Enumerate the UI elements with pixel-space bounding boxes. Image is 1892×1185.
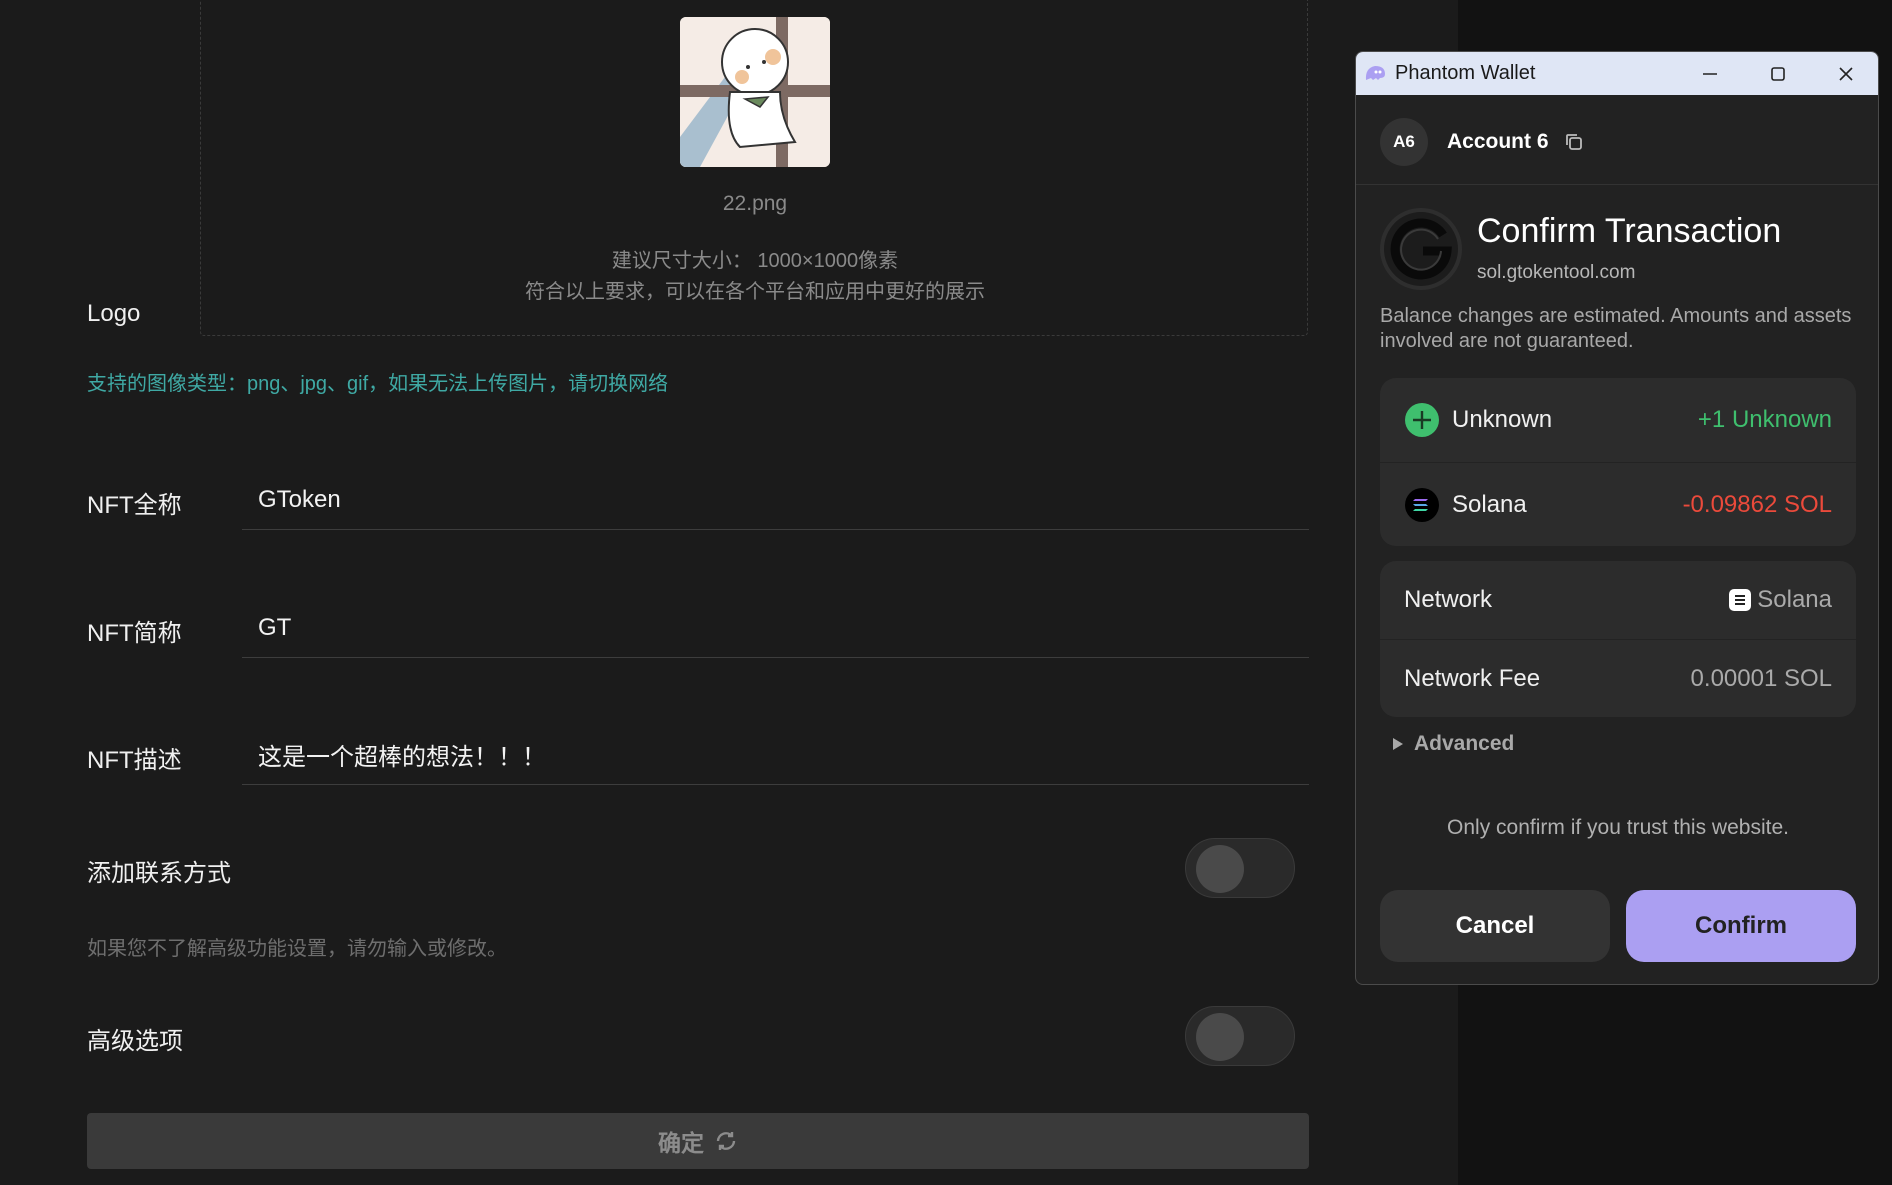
minimize-button[interactable]: [1676, 52, 1744, 95]
solana-icon: [1405, 487, 1439, 522]
logo-label: Logo: [87, 300, 141, 327]
asset-name: Solana: [1452, 490, 1527, 518]
submit-label: 确定: [658, 1130, 704, 1156]
phantom-wallet-window: Phantom Wallet A6 Account 6 Confirm Tran…: [1355, 51, 1879, 985]
network-value: Solana: [1757, 586, 1832, 613]
phantom-ghost-icon: [1365, 66, 1385, 80]
loading-spinner-icon: [716, 1132, 736, 1150]
maximize-button[interactable]: [1744, 52, 1812, 95]
submit-button[interactable]: 确定: [87, 1113, 1309, 1169]
site-url: sol.gtokentool.com: [1477, 262, 1636, 283]
plus-icon: [1405, 403, 1439, 437]
balance-change-row: Solana -0.09862 SOL: [1380, 462, 1856, 546]
account-name: Account 6: [1447, 130, 1549, 153]
window-title: Phantom Wallet: [1395, 62, 1536, 84]
network-fee-label: Network Fee: [1404, 664, 1541, 692]
balance-changes-card: Unknown +1 Unknown Solana -0.09862 SOL: [1380, 378, 1856, 546]
platform-hint: 符合以上要求，可以在各个平台和应用中更好的展示: [525, 281, 985, 303]
minimize-icon: [1703, 72, 1717, 75]
size-hint: 建议尺寸大小： 1000×1000像素: [611, 250, 899, 272]
cancel-button[interactable]: Cancel: [1380, 890, 1610, 962]
asset-amount: +1 Unknown: [1697, 406, 1832, 433]
ghost-illustration-icon: [680, 17, 830, 167]
nft-short-name-label: NFT简称: [87, 620, 182, 647]
network-details-card: Network Solana Network Fee 0.00001 SOL: [1380, 561, 1856, 717]
advanced-hint: 如果您不了解高级功能设置，请勿输入或修改。: [87, 938, 507, 960]
logo-preview-image[interactable]: [680, 17, 830, 167]
asset-amount: -0.09862 SOL: [1682, 490, 1832, 518]
network-value-group: Solana: [1729, 586, 1832, 614]
network-row: Network Solana: [1380, 561, 1856, 639]
estimate-warning: Balance changes are estimated. Amounts a…: [1380, 305, 1852, 352]
maximize-icon: [1771, 66, 1785, 81]
nft-full-name-input[interactable]: [242, 470, 1309, 530]
close-icon: [1839, 66, 1853, 81]
network-fee-row: Network Fee 0.00001 SOL: [1380, 639, 1856, 717]
trust-notice: Only confirm if you trust this website.: [1447, 816, 1789, 839]
solana-network-icon: [1729, 589, 1752, 611]
uploaded-file-name: 22.png: [722, 192, 788, 215]
triangle-right-icon: [1393, 738, 1403, 750]
account-bar[interactable]: A6 Account 6: [1356, 95, 1878, 185]
advanced-options-toggle[interactable]: [1185, 1006, 1295, 1066]
network-fee-value: 0.00001 SOL: [1690, 664, 1832, 692]
window-titlebar[interactable]: Phantom Wallet: [1356, 52, 1878, 95]
nft-description-input[interactable]: [242, 725, 1309, 785]
supported-types-text: 支持的图像类型：png、jpg、gif，如果无法上传图片，请切换网络: [87, 373, 669, 395]
toggle-knob: [1196, 845, 1244, 893]
close-button[interactable]: [1812, 52, 1878, 95]
nft-short-name-input[interactable]: [242, 598, 1309, 658]
nft-full-name-label: NFT全称: [87, 492, 182, 519]
add-contact-label: 添加联系方式: [87, 860, 231, 887]
account-avatar: A6: [1380, 118, 1428, 166]
advanced-label: Advanced: [1414, 732, 1515, 755]
network-label: Network: [1404, 586, 1493, 613]
toggle-knob: [1196, 1013, 1244, 1061]
copy-icon[interactable]: [1563, 131, 1585, 153]
site-logo: [1380, 208, 1462, 290]
balance-change-row: Unknown +1 Unknown: [1380, 378, 1856, 462]
confirm-transaction-title: Confirm Transaction: [1477, 212, 1782, 250]
advanced-toggle[interactable]: Advanced: [1392, 732, 1514, 756]
confirm-button[interactable]: Confirm: [1626, 890, 1856, 962]
gtoken-logo-icon: [1384, 212, 1458, 286]
asset-name: Unknown: [1452, 406, 1553, 433]
add-contact-toggle[interactable]: [1185, 838, 1295, 898]
advanced-options-label: 高级选项: [87, 1028, 183, 1055]
nft-description-label: NFT描述: [87, 747, 182, 774]
page: 22.png 建议尺寸大小： 1000×1000像素 符合以上要求，可以在各个平…: [0, 0, 1892, 1185]
